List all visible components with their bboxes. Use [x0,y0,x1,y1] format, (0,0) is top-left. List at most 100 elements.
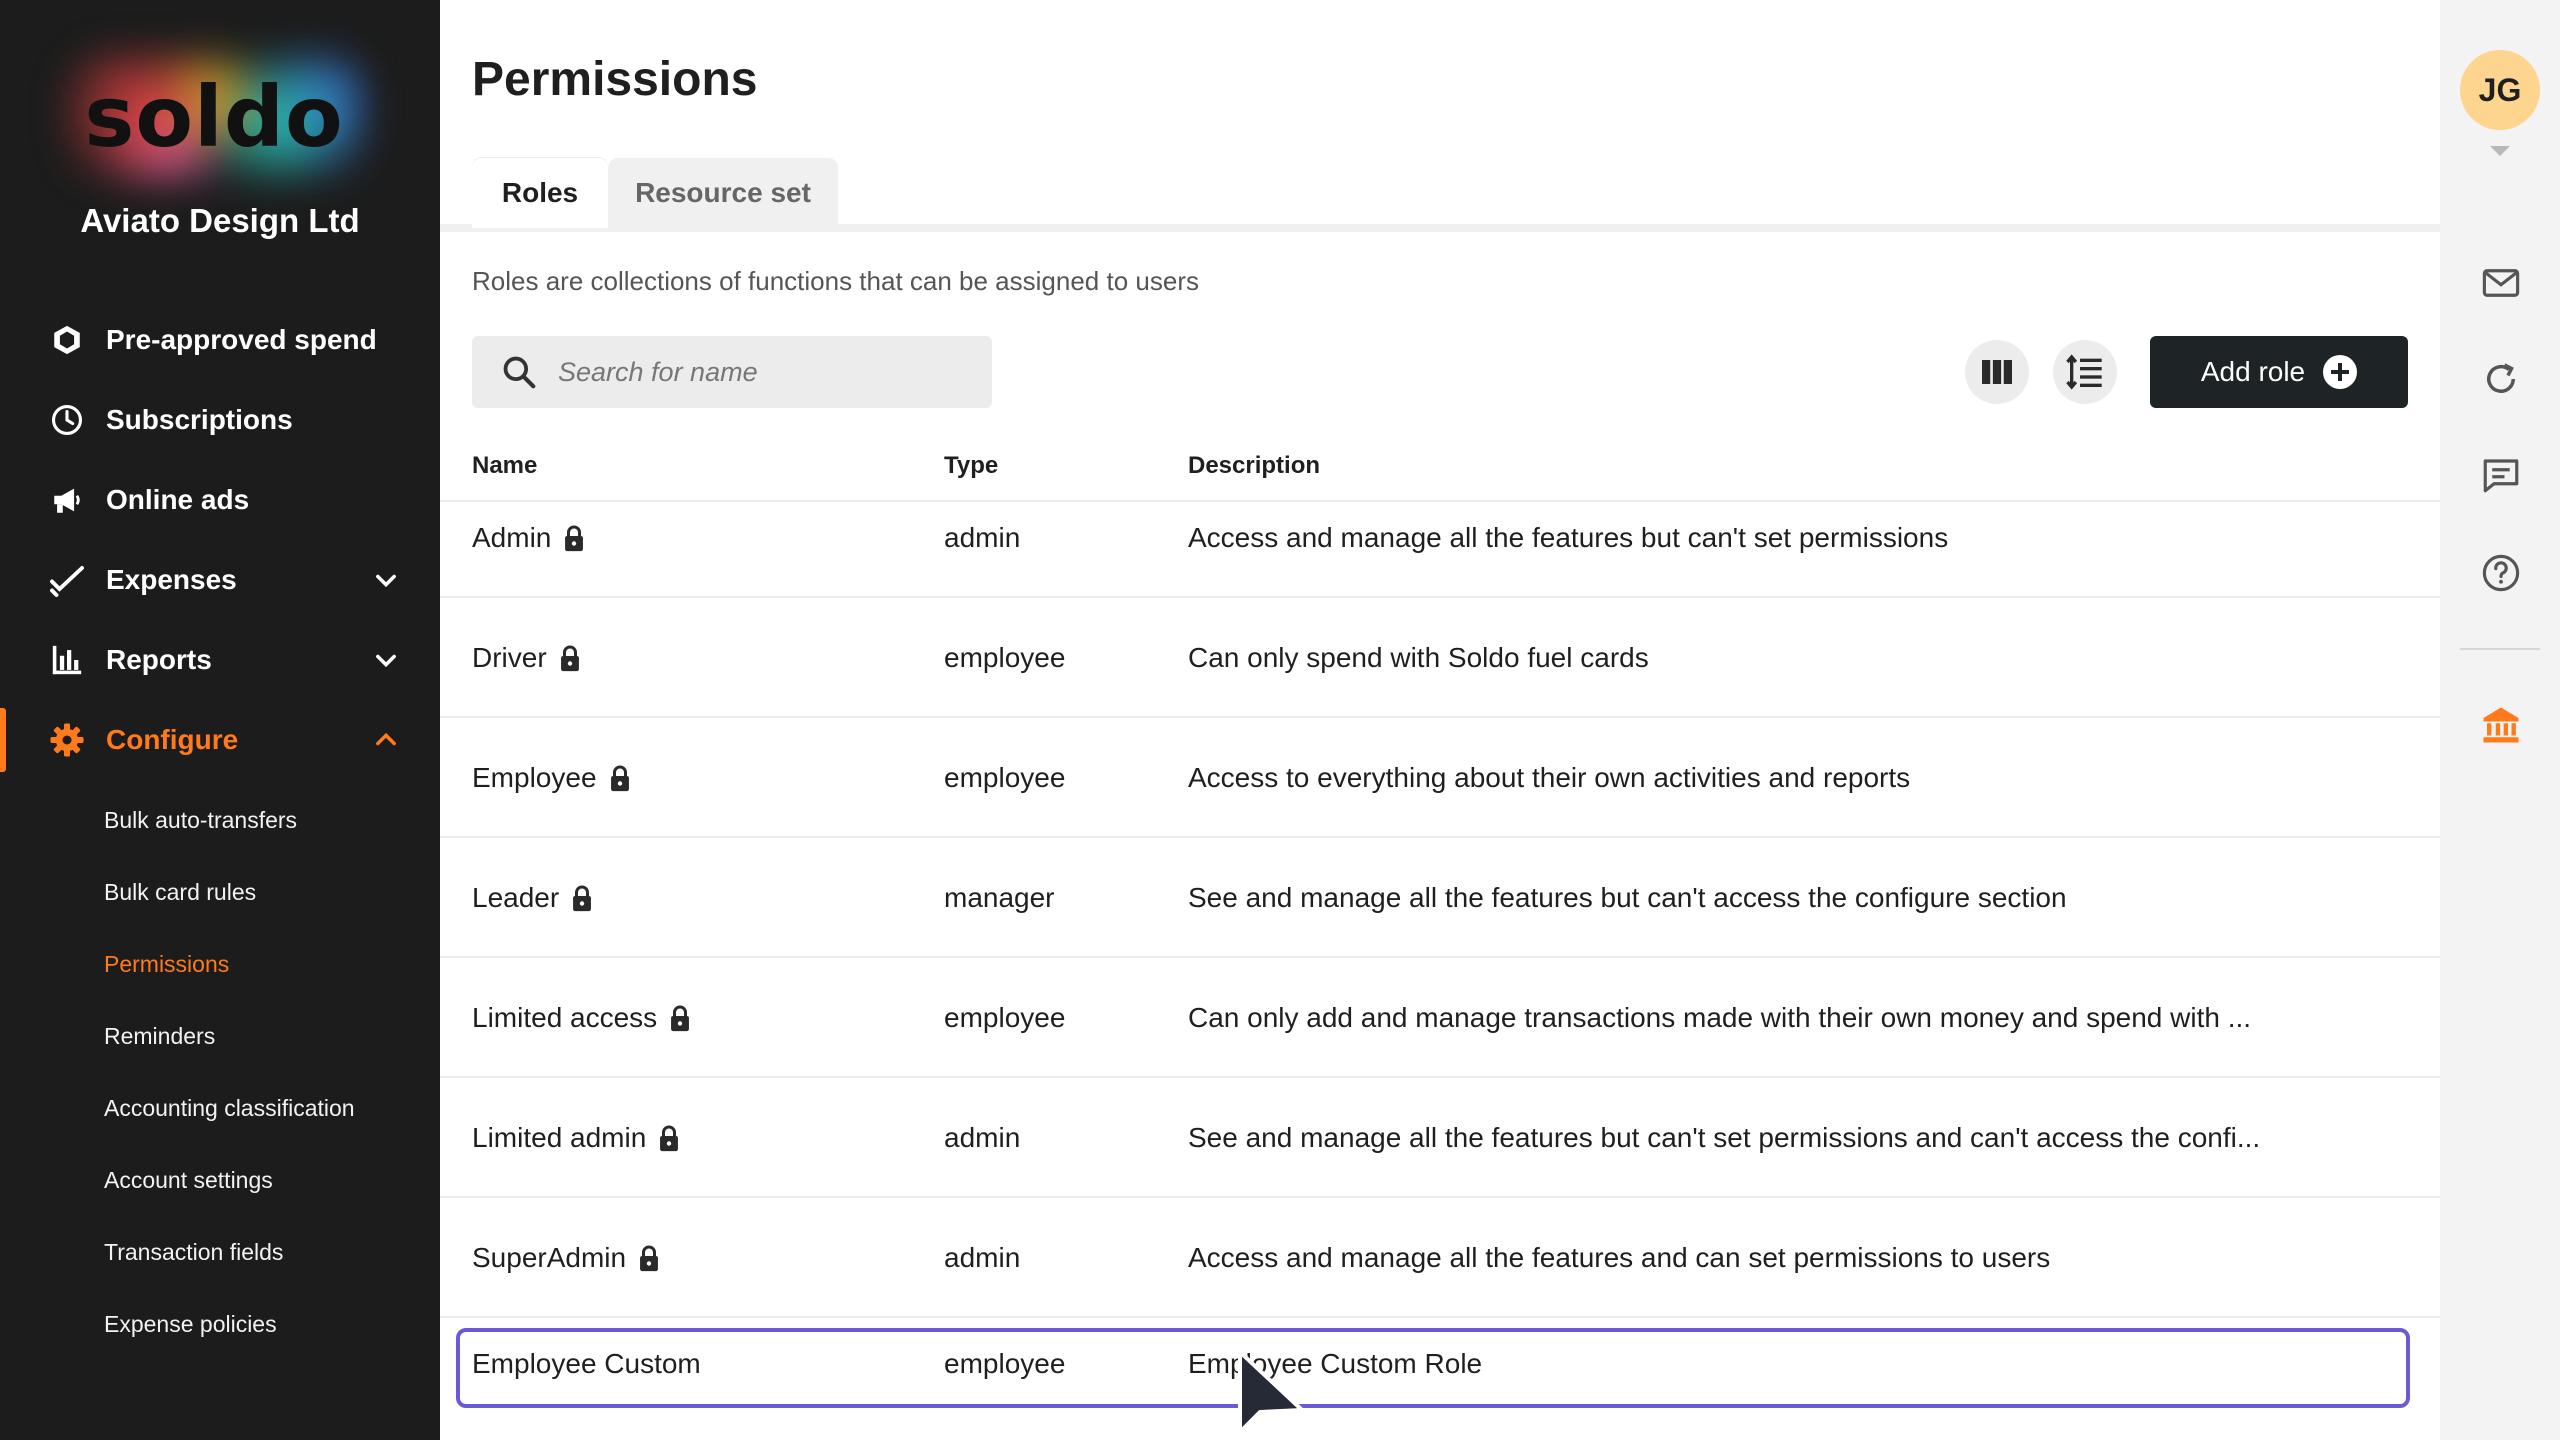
table-row[interactable]: Leader manager See and manage all the fe… [440,838,2440,958]
nav-label: Configure [106,724,239,755]
nav-label: Expenses [106,564,237,595]
role-type: admin [944,522,1021,553]
search-input[interactable] [556,355,980,389]
table-row[interactable]: SuperAdmin admin Access and manage all t… [440,1198,2440,1318]
subnav-expense-policies[interactable]: Expense policies [0,1288,440,1360]
subnav-bulk-card-rules[interactable]: Bulk card rules [0,856,440,928]
table-row[interactable]: Driver employee Can only spend with Sold… [440,598,2440,718]
nav-item-subscriptions[interactable]: Subscriptions [0,380,440,460]
role-type: manager [944,882,1055,913]
role-type: admin [944,1122,1021,1153]
role-name: Employee [472,762,597,793]
right-rail: JG [2440,0,2560,1440]
nav-item-pre-approved-spend[interactable]: Pre-approved spend [0,300,440,380]
refresh-icon[interactable] [2480,358,2522,400]
nav-item-configure[interactable]: Configure [0,700,440,780]
subnav-accounting-classification[interactable]: Accounting classification [0,1072,440,1144]
role-description: Access to everything about their own act… [1188,762,1911,793]
column-header-name[interactable]: Name [472,452,537,480]
columns-button[interactable] [1965,340,2029,404]
checkmark-icon [48,561,86,599]
nav-item-reports[interactable]: Reports [0,620,440,700]
role-type: employee [944,642,1066,673]
lock-icon [671,1005,690,1032]
help-icon[interactable] [2480,552,2522,594]
nav-label: Online ads [106,484,250,515]
role-type: employee [944,1348,1066,1379]
role-name: Employee Custom [472,1348,701,1379]
table-row[interactable]: Limited admin admin See and manage all t… [440,1078,2440,1198]
mouse-pointer-icon [1238,1350,1304,1434]
row-density-button[interactable] [2053,340,2117,404]
roles-table-body: Admin admin Access and manage all the fe… [440,502,2440,1438]
company-name: Aviato Design Ltd [80,202,360,239]
columns-icon [1982,360,2012,384]
add-role-label: Add role [2200,356,2306,387]
role-description: See and manage all the features but can'… [1188,882,2067,913]
mail-icon[interactable] [2480,262,2522,304]
role-description: Access and manage all the features but c… [1188,522,1949,553]
role-name: Driver [472,642,547,673]
main-content: Permissions Roles Resource set Roles are… [440,0,2440,1440]
nav-label: Reports [106,644,212,675]
column-header-type[interactable]: Type [944,452,998,480]
role-description: See and manage all the features but can'… [1188,1122,2261,1153]
table-row[interactable]: Admin admin Access and manage all the fe… [440,502,2440,598]
role-name: Admin [472,522,552,553]
subnav-reminders[interactable]: Reminders [0,1000,440,1072]
role-name: Limited access [472,1002,658,1033]
chat-icon[interactable] [2480,454,2522,496]
lock-icon [640,1245,659,1272]
role-description: Can only add and manage transactions mad… [1188,1002,2252,1033]
caret-down-icon[interactable] [2490,146,2510,156]
table-row[interactable]: Employee employee Access to everything a… [440,718,2440,838]
subnav-account-settings[interactable]: Account settings [0,1144,440,1216]
lock-icon [660,1125,679,1152]
tab-resource-set[interactable]: Resource set [608,158,838,228]
role-type: employee [944,762,1066,793]
role-name: SuperAdmin [472,1242,627,1273]
chevron-up-icon[interactable] [372,726,400,754]
subnav-permissions[interactable]: Permissions [0,928,440,1000]
role-description: Access and manage all the features and c… [1188,1242,2051,1273]
nav-label: Pre-approved spend [106,324,377,355]
main-nav: Pre-approved spend Subscriptions Online … [0,300,440,1360]
subnav-transaction-fields[interactable]: Transaction fields [0,1216,440,1288]
role-description: Employee Custom Role [1188,1348,1483,1379]
logo-text: soldo [84,68,344,166]
nav-item-online-ads[interactable]: Online ads [0,460,440,540]
chevron-down-icon[interactable] [372,566,400,594]
soldo-logo[interactable]: soldo [64,52,364,182]
chevron-down-icon[interactable] [372,646,400,674]
add-role-button[interactable]: Add role [2150,336,2408,408]
table-row-highlighted[interactable]: Employee Custom employee Employee Custom… [440,1318,2440,1438]
sidebar: soldo Aviato Design Ltd Pre-approved spe… [0,0,440,1440]
page-title: Permissions [472,53,758,106]
bank-icon[interactable] [2480,704,2522,746]
roles-intro-text: Roles are collections of functions that … [472,266,1199,296]
lock-icon [573,885,592,912]
avatar[interactable]: JG [2460,50,2540,130]
role-type: employee [944,1002,1066,1033]
nav-item-expenses[interactable]: Expenses [0,540,440,620]
search-box [472,336,992,408]
configure-subnav: Bulk auto-transfers Bulk card rules Perm… [0,784,440,1360]
role-name: Limited admin [472,1122,647,1153]
clock-icon [48,401,86,439]
role-name: Leader [472,882,560,913]
nav-label: Subscriptions [106,404,293,435]
lock-icon [610,765,629,792]
line-spacing-icon [2066,354,2102,390]
table-row[interactable]: Limited access employee Can only add and… [440,958,2440,1078]
tab-roles[interactable]: Roles [472,158,608,228]
lock-icon [565,525,584,552]
megaphone-icon [48,481,86,519]
table-header: Name Type Description [440,430,2440,502]
plus-circle-icon [2323,355,2358,389]
search-icon [503,356,536,389]
gear-icon [48,721,86,759]
hexagon-icon [48,321,86,359]
rail-divider [2460,648,2540,650]
subnav-bulk-auto-transfers[interactable]: Bulk auto-transfers [0,784,440,856]
column-header-description[interactable]: Description [1188,452,1320,480]
